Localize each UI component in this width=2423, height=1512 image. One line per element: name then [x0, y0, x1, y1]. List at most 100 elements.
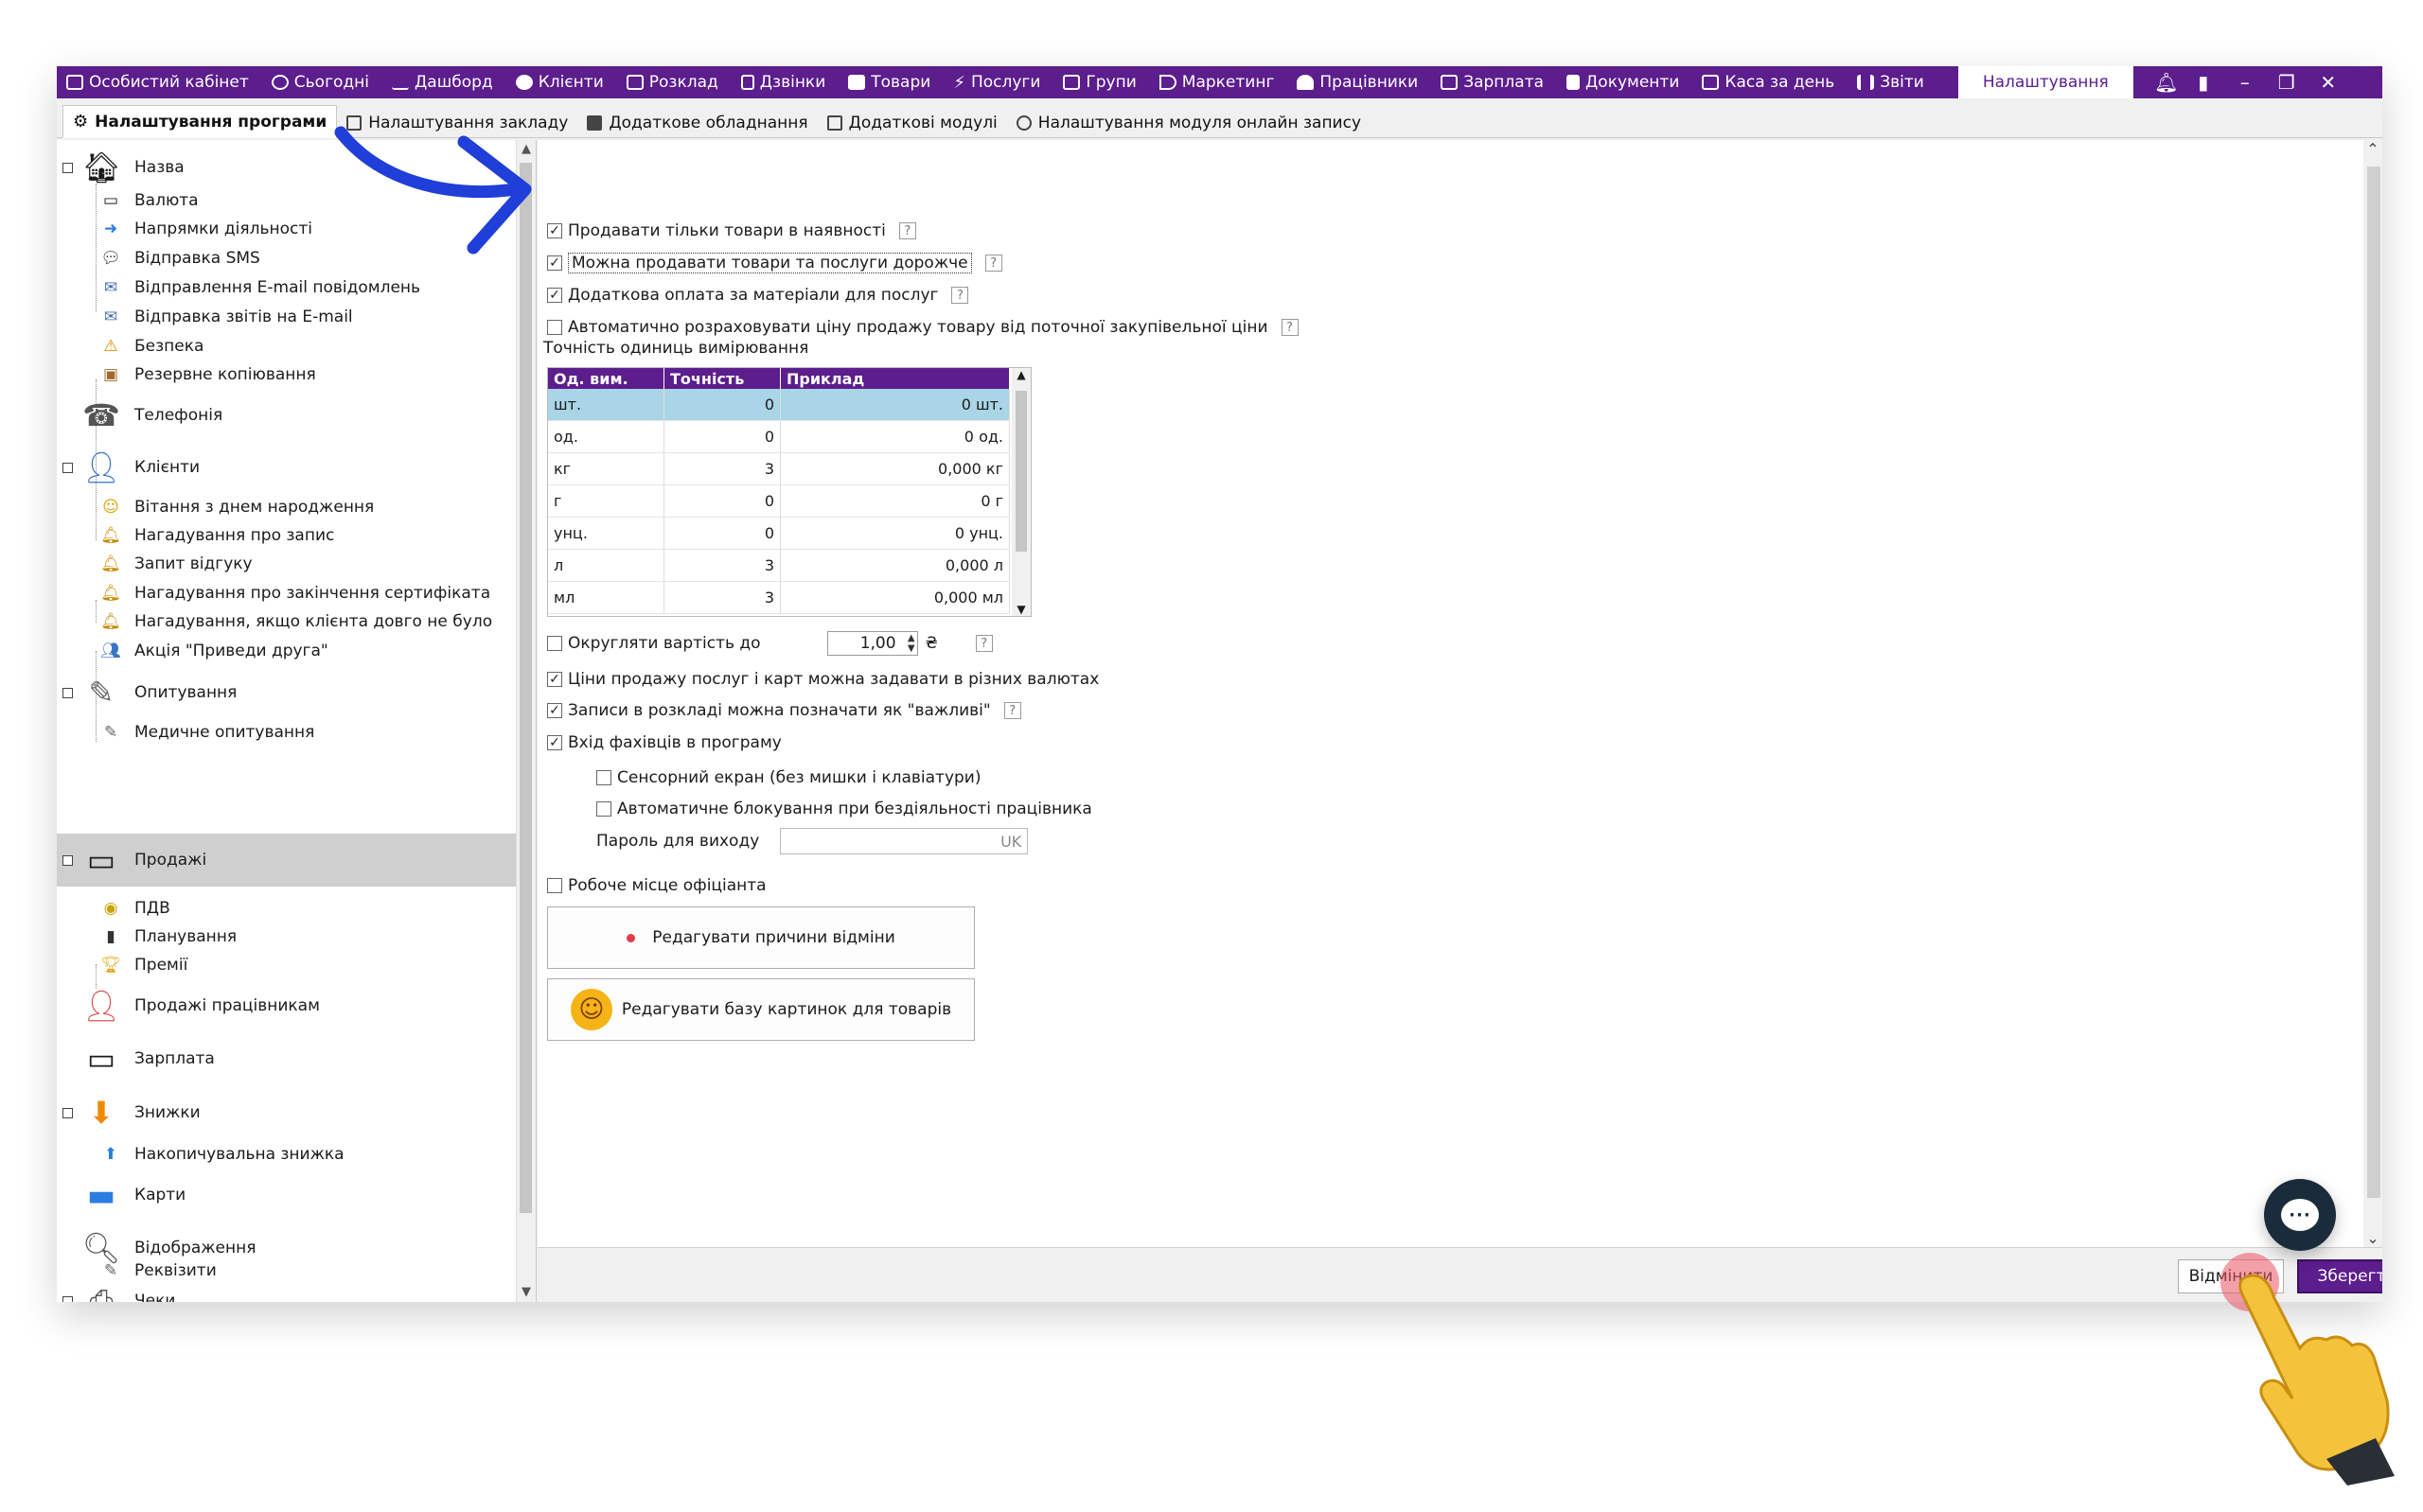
tree-item-sales[interactable]: ▭ Продажі — [57, 834, 517, 887]
checkbox-unchecked[interactable] — [596, 801, 611, 817]
collapse-icon[interactable] — [62, 462, 73, 473]
nav-item-documents[interactable]: Документи — [1557, 66, 1692, 98]
setting-multi-currency[interactable]: ✓ Ціни продажу послуг і карт можна задава… — [547, 667, 1099, 692]
tree-scrollbar[interactable]: ▲ ▼ — [516, 140, 536, 1302]
nav-item-goods[interactable]: Товари — [839, 66, 944, 98]
notes-icon[interactable]: ▮ — [2183, 71, 2224, 94]
table-row[interactable]: мл 3 0,000 мл — [548, 581, 1010, 614]
setting-only-in-stock[interactable]: ✓ Продавати тільки товари в наявності? — [547, 219, 916, 243]
nav-item-reports[interactable]: Звіти — [1848, 66, 1937, 98]
tab-online-booking[interactable]: Налаштування модуля онлайн запису — [1007, 109, 1371, 137]
setting-extra-materials[interactable]: ✓ Додаткова оплата за матеріали для послу… — [547, 283, 969, 308]
nav-item-services[interactable]: ⚡ Послуги — [944, 66, 1053, 98]
main-scrollbar[interactable]: ⌃ ⌄ — [2363, 140, 2382, 1247]
tree-item-backup[interactable]: ▣ Резервне копіювання — [57, 360, 517, 389]
tree-item-vat[interactable]: ◉ ПДВ — [57, 894, 517, 923]
nav-item-calls[interactable]: Дзвінки — [732, 66, 840, 98]
tree-item-staff-sales[interactable]: 👤︎ Продажі працівникам — [57, 988, 517, 1024]
setting-touch-screen[interactable]: Сенсорний екран (без мишки і клавіатури) — [596, 765, 982, 790]
tree-item-email-reports[interactable]: ✉ Відправка звітів на E-mail — [57, 303, 517, 331]
nav-item-marketing[interactable]: Маркетинг — [1150, 66, 1288, 98]
tree-item-salary[interactable]: ▭ Зарплата — [57, 1041, 517, 1077]
restore-icon[interactable]: ❐ — [2266, 71, 2308, 94]
setting-important-records[interactable]: ✓ Записи в розкладі можна позначати як "в… — [547, 698, 1021, 723]
tree-item-surveys[interactable]: ✎ Опитування — [57, 675, 517, 711]
help-icon[interactable]: ? — [951, 287, 969, 304]
table-row[interactable]: л 3 0,000 л — [548, 549, 1010, 582]
tree-item-email-notifications[interactable]: ✉ Відправлення E-mail повідомлень — [57, 273, 517, 302]
table-row[interactable]: шт. 0 0 шт. — [548, 389, 1010, 421]
setting-sell-higher[interactable]: ✓ Можна продавати товари та послуги дорож… — [547, 251, 1002, 275]
checkbox-checked[interactable]: ✓ — [547, 672, 562, 687]
column-header-unit[interactable]: Од. вим. — [548, 368, 664, 389]
setting-waiter[interactable]: Робоче місце офіціанта — [547, 873, 767, 898]
scroll-down-icon[interactable]: ▼ — [1012, 603, 1031, 616]
collapse-icon[interactable] — [62, 162, 73, 173]
scroll-down-icon[interactable]: ⌄ — [2363, 1229, 2382, 1247]
tab-program-settings[interactable]: ⚙ Налаштування програми — [62, 105, 338, 138]
nav-item-groups[interactable]: Групи — [1053, 66, 1149, 98]
scrollbar-thumb[interactable] — [1016, 391, 1027, 552]
nav-item-cabinet[interactable]: Особистий кабінет — [57, 66, 262, 98]
tree-item-referral[interactable]: 👥︎ Акція "Приведи друга" — [57, 637, 517, 665]
tab-extra-equipment[interactable]: Додаткове обладнання — [577, 109, 817, 137]
nav-item-clients[interactable]: Клієнти — [506, 66, 617, 98]
tree-item-planning[interactable]: ▮ Планування — [57, 923, 517, 951]
help-icon[interactable]: ? — [898, 222, 916, 239]
table-row[interactable]: од. 0 0 од. — [548, 420, 1010, 453]
checkbox-unchecked[interactable] — [547, 636, 562, 651]
checkbox-checked[interactable]: ✓ — [547, 703, 562, 718]
tree-item-reminder-absent[interactable]: 🔔︎ Нагадування, якщо клієнта довго не бул… — [57, 607, 517, 636]
tab-extra-modules[interactable]: Додаткові модулі — [818, 109, 1007, 137]
help-icon[interactable]: ? — [1281, 319, 1299, 336]
collapse-icon[interactable] — [62, 1295, 73, 1302]
nav-item-schedule[interactable]: Розклад — [617, 66, 732, 98]
help-icon[interactable]: ? — [1003, 702, 1021, 719]
scrollbar-thumb[interactable] — [520, 163, 532, 1213]
checkbox-unchecked[interactable] — [596, 770, 611, 785]
tree-item-security[interactable]: ⚠ Безпека — [57, 332, 517, 360]
tree-item-clients[interactable]: 👤︎ Клієнти — [57, 449, 517, 485]
setting-specialist-login[interactable]: ✓ Вхід фахівців в програму — [547, 730, 782, 755]
nav-item-staff[interactable]: Працівники — [1287, 66, 1431, 98]
tree-item-review[interactable]: 🔔︎ Запит відгуку — [57, 550, 517, 578]
tree-item-reminder-visit[interactable]: 🔔︎ Нагадування про запис — [57, 521, 517, 550]
grid-scrollbar[interactable]: ▲ ▼ — [1012, 368, 1031, 616]
units-grid[interactable]: Од. вим. Точність Приклад шт. 0 0 шт. од. 0… — [547, 367, 1032, 617]
setting-round-price[interactable]: Округляти вартість до 1,00 ▲ ▼ ₴? — [547, 631, 993, 656]
tree-item-birthday[interactable]: ☺ Вітання з днем народження — [57, 493, 517, 521]
tree-item-bonuses[interactable]: 🏆︎ Премії — [57, 951, 517, 979]
chat-widget-button[interactable]: ··· — [2264, 1179, 2336, 1251]
bell-icon[interactable]: 🔔︎ — [2150, 71, 2183, 94]
exit-password-field[interactable]: UK — [780, 828, 1029, 854]
tree-item-requisites[interactable]: ✎ Реквізити — [57, 1257, 517, 1285]
nav-item-cashbox[interactable]: Каса за день — [1692, 66, 1848, 98]
checkbox-checked[interactable]: ✓ — [547, 735, 562, 750]
checkbox-unchecked[interactable] — [547, 878, 562, 893]
round-value-stepper[interactable]: 1,00 ▲ ▼ — [826, 631, 918, 656]
tree-item-reminder-certificate[interactable]: 🔔︎ Нагадування про закінчення сертифіката — [57, 579, 517, 607]
column-header-example[interactable]: Приклад — [780, 368, 1010, 389]
stepper-arrows-icon[interactable]: ▲ ▼ — [908, 633, 915, 654]
nav-item-salary[interactable]: Зарплата — [1431, 66, 1557, 98]
edit-cancel-reasons-button[interactable]: Редагувати причини відміни — [547, 906, 975, 969]
tree-item-receipts[interactable]: ⎙ Чеки — [57, 1283, 517, 1302]
collapse-icon[interactable] — [62, 687, 73, 698]
close-icon[interactable]: ✕ — [2308, 71, 2349, 94]
tree-item-telephony[interactable]: ☎ Телефонія — [57, 397, 517, 433]
scroll-up-icon[interactable]: ▲ — [1012, 368, 1031, 381]
setting-auto-lock[interactable]: Автоматичне блокування при бездіяльності… — [596, 797, 1092, 821]
checkbox-checked[interactable]: ✓ — [547, 288, 562, 303]
tree-item-discounts[interactable]: ⬇ Знижки — [57, 1095, 517, 1131]
nav-item-settings[interactable]: Налаштування — [1957, 66, 2133, 98]
minimize-icon[interactable]: – — [2224, 71, 2266, 94]
table-row[interactable]: унц. 0 0 унц. — [548, 517, 1010, 550]
edit-images-button[interactable]: ☺ Редагувати базу картинок для товарів — [547, 978, 975, 1041]
scroll-down-icon[interactable]: ▼ — [517, 1283, 536, 1302]
scroll-up-icon[interactable]: ⌃ — [2363, 140, 2382, 158]
table-row[interactable]: г00 г — [548, 484, 1010, 518]
help-icon[interactable]: ? — [984, 255, 1002, 272]
column-header-precision[interactable]: Точність — [663, 368, 781, 389]
collapse-icon[interactable] — [62, 854, 73, 866]
tree-item-cards[interactable]: ▬ Карти — [57, 1177, 517, 1213]
